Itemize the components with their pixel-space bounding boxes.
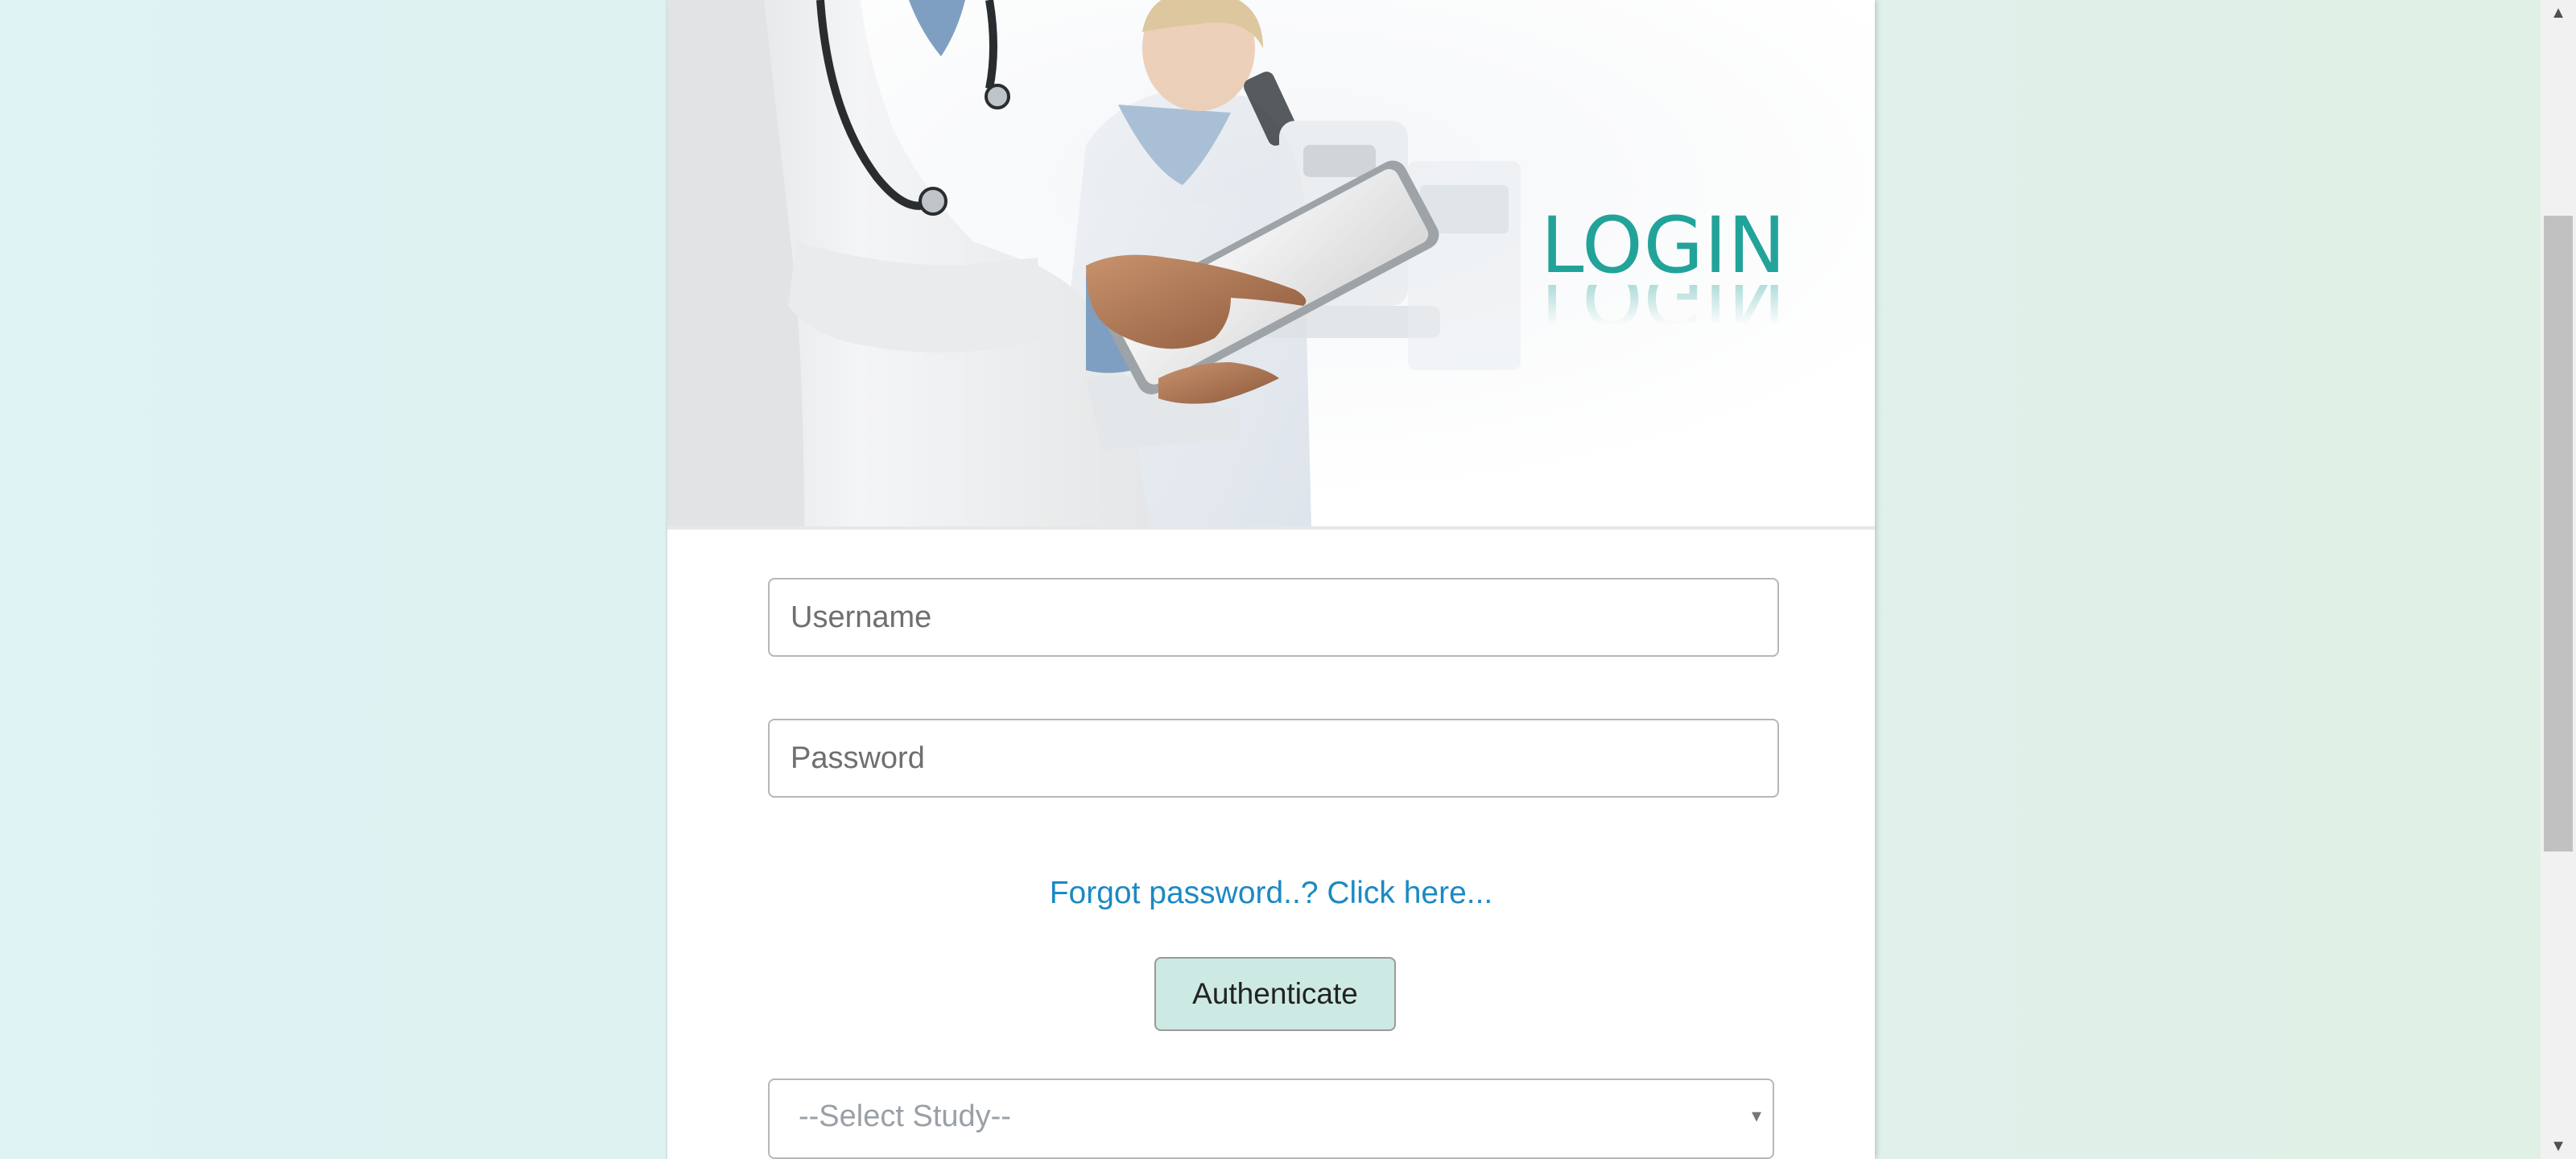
login-title: LOGIN xyxy=(1541,200,1787,291)
forgot-password-link[interactable]: Forgot password..? Click here... xyxy=(667,876,1875,911)
page: LOGIN LOGIN Forgot password..? Click her… xyxy=(0,0,2576,1159)
vertical-scrollbar[interactable]: ▲ ▼ xyxy=(2541,0,2576,1159)
select-study-dropdown[interactable]: --Select Study-- ▾ xyxy=(768,1079,1774,1159)
login-heading-group: LOGIN LOGIN xyxy=(1541,200,1798,341)
password-input[interactable] xyxy=(768,719,1779,798)
scrollbar-thumb[interactable] xyxy=(2544,216,2573,852)
scroll-down-arrow-icon[interactable]: ▼ xyxy=(2541,1133,2576,1159)
select-study-value: --Select Study-- xyxy=(799,1099,1011,1133)
scroll-up-arrow-icon[interactable]: ▲ xyxy=(2541,0,2576,26)
login-card: LOGIN LOGIN Forgot password..? Click her… xyxy=(667,0,1875,1159)
login-banner: LOGIN LOGIN xyxy=(667,0,1875,530)
username-input[interactable] xyxy=(768,578,1779,657)
authenticate-button[interactable]: Authenticate xyxy=(1154,957,1396,1031)
chevron-down-icon: ▾ xyxy=(1751,1105,1761,1127)
login-title-reflection: LOGIN xyxy=(1541,285,1787,341)
